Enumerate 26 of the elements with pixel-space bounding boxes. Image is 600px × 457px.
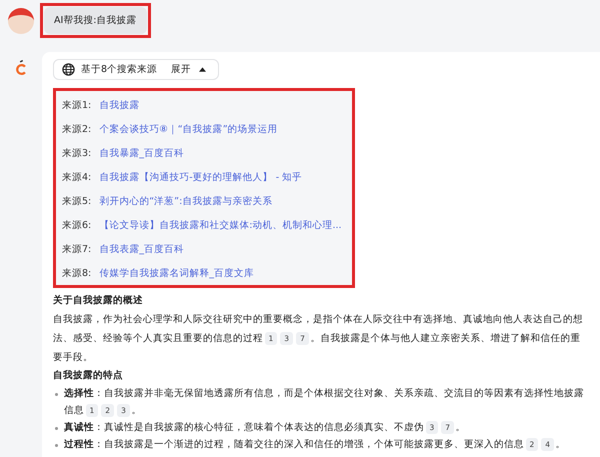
source-link[interactable]: 个案会谈技巧⑧｜“自我披露”的场景运用 bbox=[99, 122, 278, 136]
bullet-icon bbox=[55, 444, 58, 447]
source-link[interactable]: 自我披露 bbox=[99, 98, 140, 112]
source-label: 来源2: bbox=[62, 122, 92, 136]
section-heading: 关于自我披露的概述 bbox=[53, 294, 144, 307]
source-label: 来源4: bbox=[62, 170, 92, 184]
bullet-icon bbox=[55, 393, 58, 396]
source-label: 来源5: bbox=[62, 194, 92, 208]
source-label: 来源7: bbox=[62, 242, 92, 256]
source-link[interactable]: 剥开内心的“洋葱”:自我披露与亲密关系 bbox=[99, 194, 272, 208]
source-label: 来源1: bbox=[62, 98, 92, 112]
source-link[interactable]: 自我暴露_百度百科 bbox=[99, 146, 184, 160]
source-link[interactable]: 自我披露【沟通技巧-更好的理解他人】 - 知乎 bbox=[99, 170, 302, 184]
source-label: 来源3: bbox=[62, 146, 92, 160]
globe-icon bbox=[62, 63, 75, 76]
source-label: 来源8: bbox=[62, 266, 92, 280]
avatar bbox=[8, 8, 34, 34]
bullet-icon bbox=[55, 427, 58, 430]
source-link[interactable]: 【论文导读】自我披露和社交媒体:动机、机制和心理... bbox=[99, 218, 342, 232]
section-heading: 自我披露的特点 bbox=[53, 369, 124, 382]
query-bubble: AI帮我搜:自我披露 bbox=[44, 7, 147, 34]
source-link[interactable]: 传媒学自我披露名词解释_百度文库 bbox=[99, 266, 254, 280]
logo-icon bbox=[14, 60, 28, 76]
source-link[interactable]: 自我表露_百度百科 bbox=[99, 242, 184, 256]
sources-toggle[interactable]: 基于8个搜索来源 展开 bbox=[53, 59, 220, 80]
source-label: 来源6: bbox=[62, 218, 92, 232]
